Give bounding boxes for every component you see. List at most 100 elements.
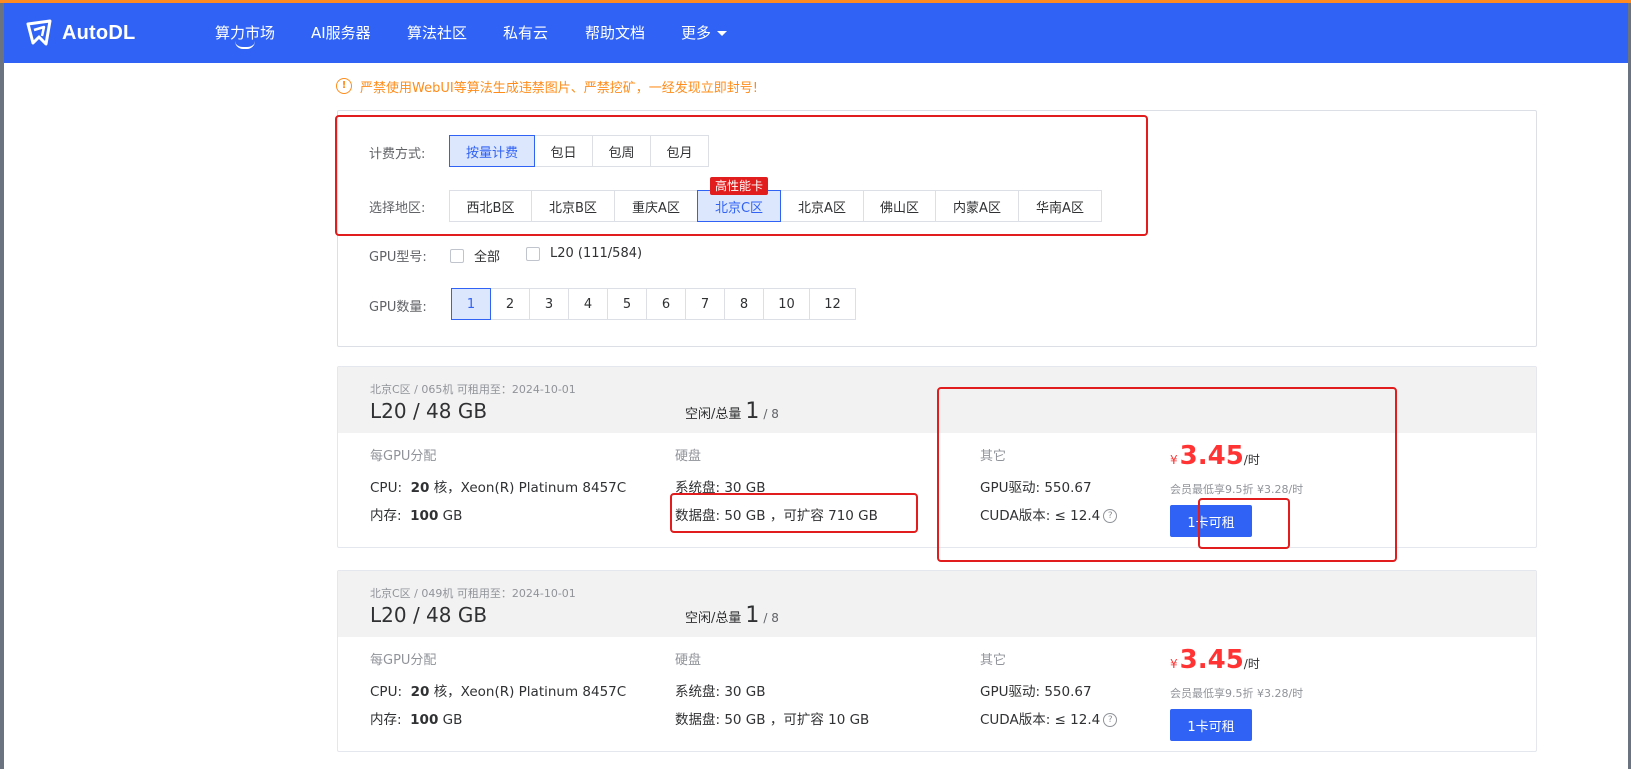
- nav-item-algorithm-community[interactable]: 算法社区: [407, 3, 467, 63]
- checkbox-box: [526, 246, 540, 261]
- gpu-count-options: 1 2 3 4 5 6 7 8 10 12: [451, 288, 856, 320]
- gpu-model-l20-checkbox[interactable]: L20 (111/584): [526, 246, 642, 261]
- nav-item-compute-market[interactable]: 算力市场: [215, 3, 275, 63]
- memory-unit: GB: [442, 712, 463, 728]
- gpu-count-option-6[interactable]: 6: [646, 288, 686, 320]
- help-icon[interactable]: ?: [1103, 509, 1118, 523]
- cpu-label: CPU:: [370, 480, 402, 496]
- region-option-beijing-a[interactable]: 北京A区: [780, 190, 864, 222]
- price-value: 3.45: [1179, 645, 1244, 675]
- billing-option-daily[interactable]: 包日: [534, 135, 593, 167]
- memory-unit: GB: [442, 508, 463, 524]
- memory-info: 内存: 100 GB: [370, 708, 462, 728]
- checkbox-box: [450, 248, 464, 263]
- warning-icon: !: [336, 78, 352, 94]
- gpu-count-option-1[interactable]: 1: [451, 288, 491, 320]
- machine-meta: 北京C区 / 065机 可租用至：2024-10-01: [370, 383, 576, 396]
- nav-item-ai-server[interactable]: AI服务器: [311, 3, 371, 63]
- high-performance-badge: 高性能卡: [709, 177, 769, 195]
- region-option-northwest-b[interactable]: 西北B区: [449, 190, 532, 222]
- available-count: 1: [745, 603, 760, 628]
- machine-availability: 空闲/总量 1/ 8: [685, 603, 779, 628]
- region-option-beijing-c[interactable]: 北京C区 高性能卡: [697, 177, 781, 222]
- autodl-logo-icon: [26, 19, 52, 46]
- filter-panel: 计费方式: 按量计费 包日 包周 包月 选择地区: 西北B区 北京B区 重庆A区…: [337, 110, 1537, 347]
- gpu-model-label: GPU型号:: [369, 250, 427, 265]
- top-navigation-bar: AutoDL 算力市场 AI服务器 算法社区 私有云 帮助文档 更多: [4, 3, 1628, 63]
- window-left-edge: [0, 3, 4, 769]
- gpu-model-l20-label: L20 (111/584): [550, 246, 643, 261]
- warning-notice: ! 严禁使用WebUI等算法生成违禁图片、严禁挖矿，一经发现立即封号!: [336, 76, 758, 96]
- gpu-model-all-checkbox[interactable]: 全部: [450, 246, 500, 265]
- billing-option-pay-as-you-go[interactable]: 按量计费: [449, 135, 535, 167]
- availability-label: 空闲/总量: [685, 407, 742, 422]
- region-option-south-china-a[interactable]: 华南A区: [1018, 190, 1102, 222]
- machine-gpu-title: L20 / 48 GB: [370, 399, 488, 423]
- per-gpu-section-title: 每GPU分配: [370, 449, 437, 464]
- warning-notice-text: 严禁使用WebUI等算法生成违禁图片、严禁挖矿，一经发现立即封号!: [360, 80, 758, 96]
- brand-logo[interactable]: AutoDL: [24, 17, 135, 49]
- cuda-version-info: CUDA版本: ≤ 12.4?: [980, 504, 1118, 524]
- machine-gpu-title: L20 / 48 GB: [370, 603, 488, 627]
- cpu-info: CPU: 20 核，Xeon(R) Platinum 8457C: [370, 476, 626, 496]
- nav-item-private-cloud[interactable]: 私有云: [503, 3, 548, 63]
- other-section-title: 其它: [980, 449, 1007, 464]
- gpu-count-option-2[interactable]: 2: [490, 288, 530, 320]
- gpu-count-option-7[interactable]: 7: [685, 288, 725, 320]
- nav-item-help-docs[interactable]: 帮助文档: [585, 3, 645, 63]
- disk-section-title: 硬盘: [675, 449, 702, 464]
- region-options: 西北B区 北京B区 重庆A区 北京C区 高性能卡 北京A区 佛山区 内蒙A区 华…: [449, 177, 1102, 222]
- gpu-driver-info: GPU驱动: 550.67: [980, 480, 1092, 496]
- billing-option-weekly[interactable]: 包周: [592, 135, 651, 167]
- chevron-down-icon: [717, 31, 728, 36]
- system-disk-info: 系统盘: 30 GB: [675, 684, 766, 700]
- machine-card-header: [338, 367, 1536, 433]
- price-unit: /时: [1243, 453, 1260, 467]
- rent-button[interactable]: 1卡可租: [1170, 709, 1252, 741]
- region-option-inner-mongolia-a[interactable]: 内蒙A区: [935, 190, 1019, 222]
- gpu-count-option-10[interactable]: 10: [763, 288, 810, 320]
- brand-name: AutoDL: [62, 21, 136, 44]
- region-option-beijing-b[interactable]: 北京B区: [531, 190, 615, 222]
- gpu-count-option-5[interactable]: 5: [607, 288, 647, 320]
- gpu-count-option-12[interactable]: 12: [809, 288, 856, 320]
- available-count: 1: [745, 399, 760, 424]
- price-value: 3.45: [1179, 441, 1244, 471]
- cuda-version-text: CUDA版本: ≤ 12.4: [980, 712, 1101, 728]
- other-section-title: 其它: [980, 653, 1007, 668]
- price: ¥3.45/时: [1170, 441, 1260, 471]
- gpu-count-option-8[interactable]: 8: [724, 288, 764, 320]
- cuda-version-text: CUDA版本: ≤ 12.4: [980, 508, 1101, 524]
- data-disk-info: 数据盘: 50 GB ，可扩容 710 GB: [675, 508, 878, 524]
- machine-card-header: [338, 571, 1536, 637]
- gpu-count-option-4[interactable]: 4: [568, 288, 608, 320]
- memory-value: 100: [410, 508, 439, 524]
- disk-section-title: 硬盘: [675, 653, 702, 668]
- cpu-model: 核，Xeon(R) Platinum 8457C: [433, 684, 627, 700]
- memory-value: 100: [410, 712, 439, 728]
- help-icon[interactable]: ?: [1103, 713, 1118, 727]
- region-option-foshan[interactable]: 佛山区: [863, 190, 936, 222]
- billing-options: 按量计费 包日 包周 包月: [449, 135, 709, 167]
- system-disk-info: 系统盘: 30 GB: [675, 480, 766, 496]
- cuda-version-info: CUDA版本: ≤ 12.4?: [980, 708, 1118, 728]
- per-gpu-section-title: 每GPU分配: [370, 653, 437, 668]
- region-option-beijing-c-label: 北京C区: [714, 200, 764, 216]
- cpu-info: CPU: 20 核，Xeon(R) Platinum 8457C: [370, 680, 626, 700]
- data-disk-info: 数据盘: 50 GB ，可扩容 10 GB: [675, 712, 870, 728]
- total-count: / 8: [763, 611, 779, 625]
- region-option-chongqing-a[interactable]: 重庆A区: [614, 190, 698, 222]
- gpu-count-label: GPU数量:: [369, 300, 427, 315]
- gpu-model-all-label: 全部: [474, 250, 501, 265]
- nav-item-more[interactable]: 更多: [681, 3, 728, 63]
- total-count: / 8: [763, 407, 779, 421]
- billing-option-monthly[interactable]: 包月: [650, 135, 709, 167]
- member-price: 会员最低享9.5折 ¥3.28/时: [1170, 687, 1304, 700]
- region-label: 选择地区:: [369, 201, 426, 216]
- cpu-model: 核，Xeon(R) Platinum 8457C: [433, 480, 627, 496]
- billing-label: 计费方式:: [369, 147, 426, 162]
- gpu-count-option-3[interactable]: 3: [529, 288, 569, 320]
- memory-label: 内存:: [370, 508, 402, 524]
- machine-card: 北京C区 / 065机 可租用至：2024-10-01 L20 / 48 GB …: [337, 366, 1537, 548]
- rent-button[interactable]: 1卡可租: [1170, 505, 1252, 537]
